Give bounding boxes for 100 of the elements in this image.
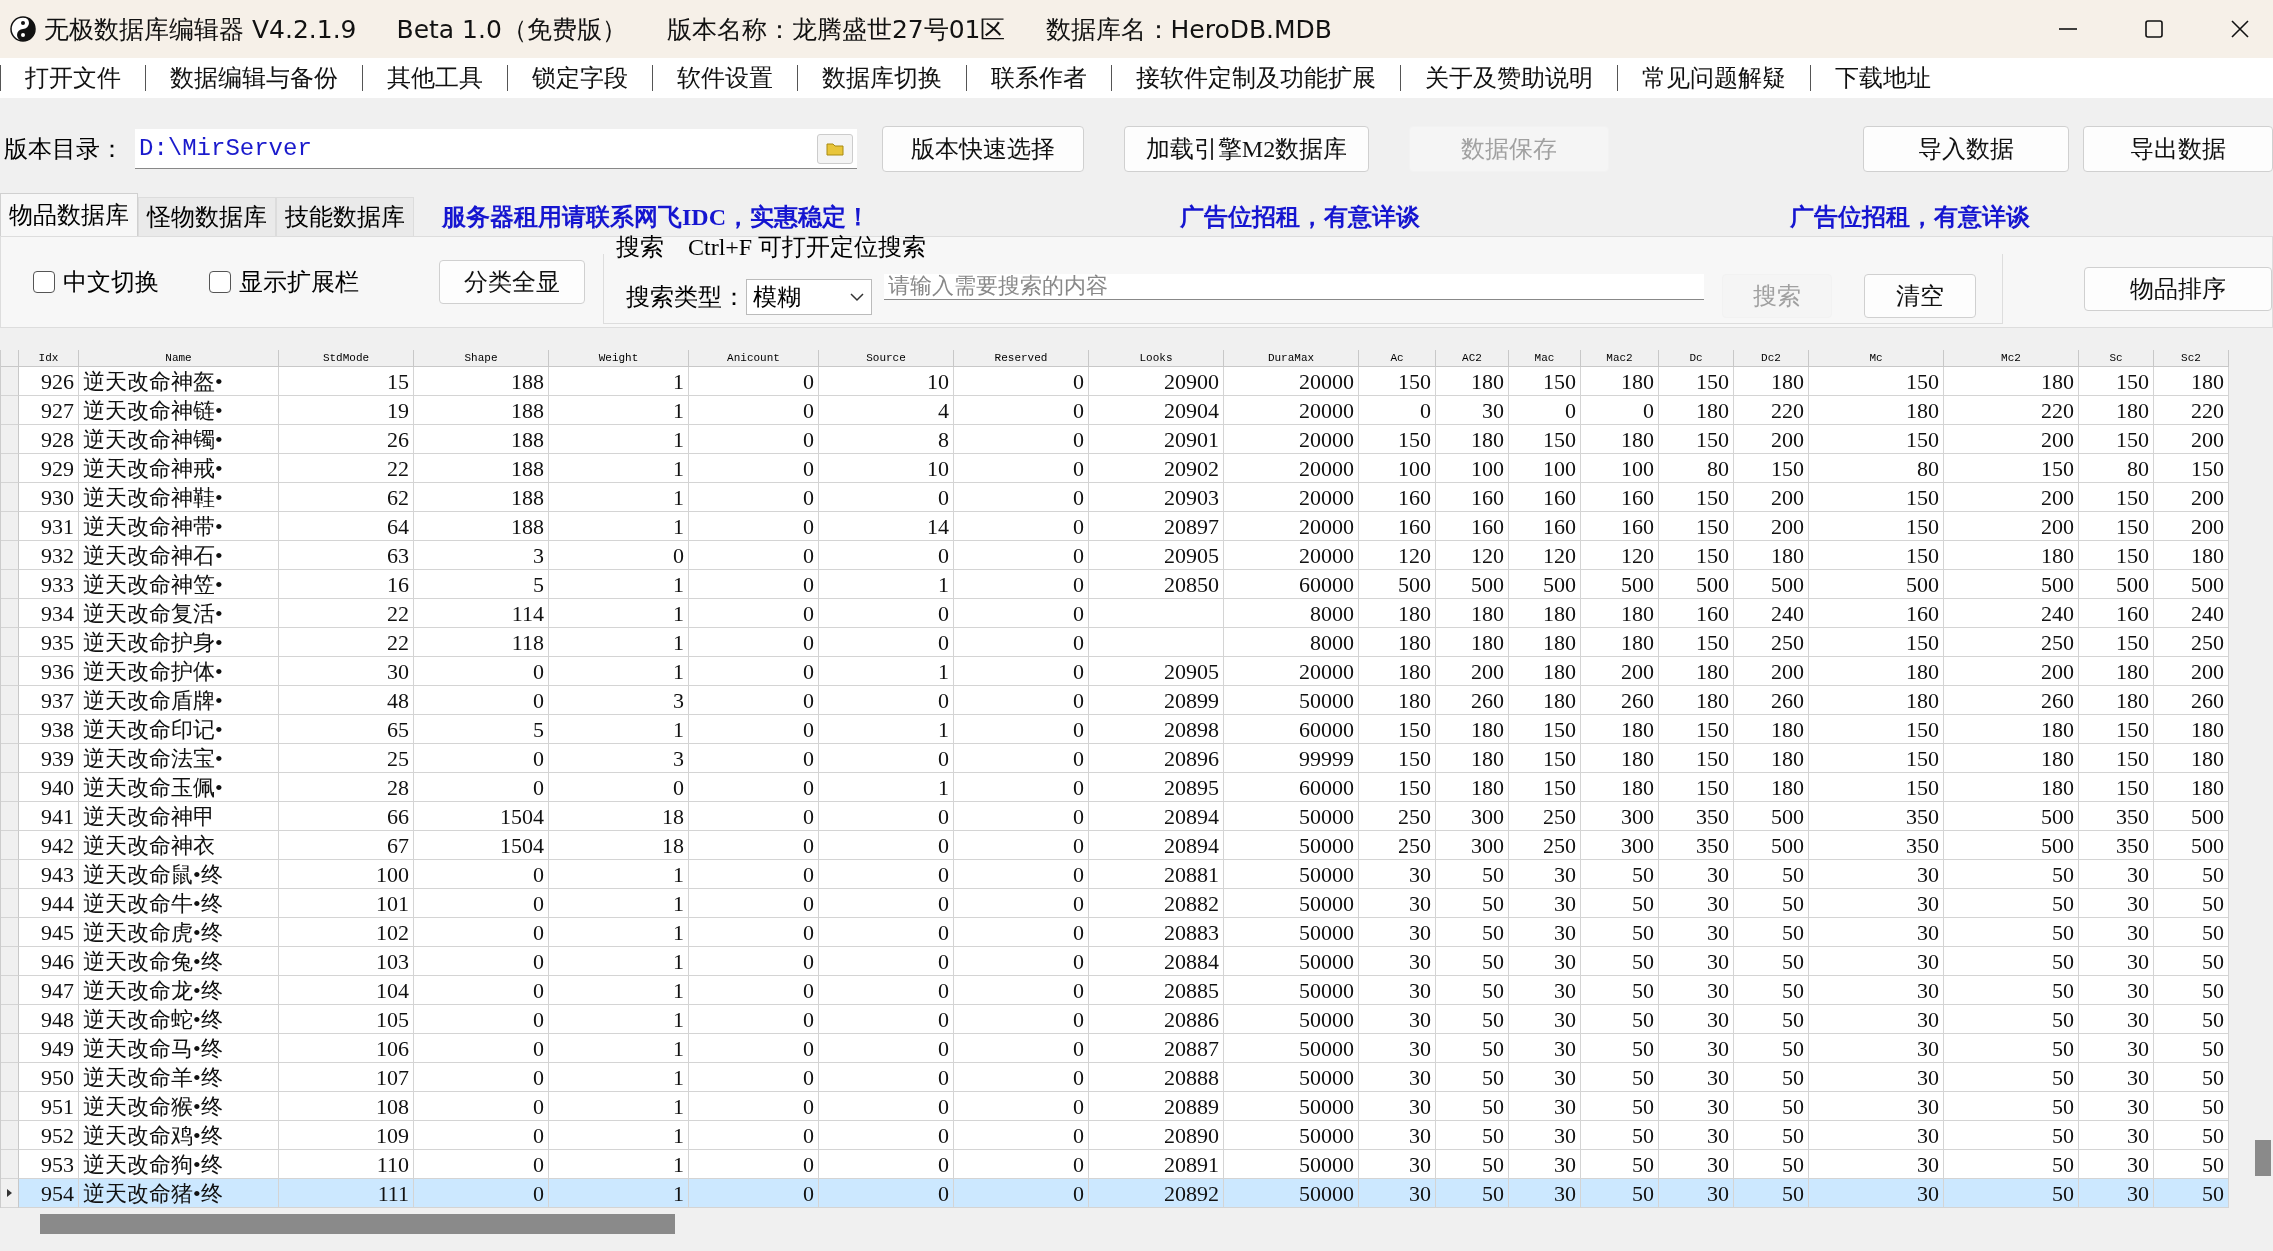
tab[interactable]: 技能数据库 (276, 197, 414, 236)
column-header[interactable]: Mc (1809, 350, 1944, 367)
search-type-dropdown[interactable]: 模糊 (746, 278, 872, 315)
column-header[interactable]: Looks (1089, 350, 1224, 367)
table-cell: 50 (1734, 889, 1809, 918)
checkbox[interactable] (33, 271, 55, 293)
menu-item[interactable]: 其他工具 (362, 65, 507, 91)
tab[interactable]: 怪物数据库 (138, 197, 276, 236)
table-cell: 934 (19, 599, 79, 628)
table-cell: 0 (549, 541, 689, 570)
column-header[interactable]: Mac2 (1581, 350, 1659, 367)
menu-item[interactable]: 打开文件 (0, 65, 145, 91)
toolbar-button[interactable]: 导入数据 (1863, 126, 2069, 172)
search-button[interactable]: 清空 (1864, 273, 1976, 318)
table-cell: 3 (549, 744, 689, 773)
scrollbar-thumb[interactable] (40, 1214, 675, 1234)
show-all-button[interactable]: 分类全显 (439, 260, 585, 304)
table-cell: 30 (1659, 1121, 1734, 1150)
table-cell: 0 (689, 570, 819, 599)
table-cell: 0 (819, 1005, 954, 1034)
column-header[interactable]: Sc (2079, 350, 2154, 367)
browse-button[interactable] (817, 133, 853, 164)
column-header[interactable]: Dc (1659, 350, 1734, 367)
table-cell: 160 (1509, 483, 1581, 512)
table-cell: 0 (689, 599, 819, 628)
menu-item[interactable]: 软件设置 (652, 65, 797, 91)
table-cell: 109 (279, 1121, 414, 1150)
path-field[interactable]: D:\MirServer (135, 129, 857, 169)
table-cell: 180 (1581, 599, 1659, 628)
column-header[interactable]: Ac (1359, 350, 1436, 367)
checkbox-label[interactable]: 显示扩展栏 (239, 266, 359, 298)
table-cell: 500 (1359, 570, 1436, 599)
table-cell: 180 (1734, 367, 1809, 396)
table-cell: 63 (279, 541, 414, 570)
scrollbar-thumb[interactable] (2255, 1140, 2271, 1176)
column-header[interactable]: AC2 (1436, 350, 1509, 367)
table-cell: 180 (1509, 686, 1581, 715)
table-cell: 逆天改命鸡•终 (79, 1121, 279, 1150)
column-header[interactable]: Reserved (954, 350, 1089, 367)
table-cell: 20904 (1089, 396, 1224, 425)
menu-item[interactable]: 数据编辑与备份 (145, 65, 362, 91)
table-cell: 62 (279, 483, 414, 512)
checkbox-label[interactable]: 中文切换 (63, 266, 159, 298)
table-cell: 50 (1734, 976, 1809, 1005)
table-cell: 180 (2079, 657, 2154, 686)
column-header[interactable]: Mac (1509, 350, 1581, 367)
column-header[interactable]: Name (79, 350, 279, 367)
table-cell: 0 (954, 831, 1089, 860)
column-header[interactable]: Weight (549, 350, 689, 367)
menu-item[interactable]: 下载地址 (1810, 65, 1955, 91)
toolbar-button[interactable]: 导出数据 (2083, 126, 2273, 172)
column-header[interactable]: Sc2 (2154, 350, 2229, 367)
search-input-field[interactable]: 请输入需要搜索的内容 (884, 273, 1704, 300)
menu-item[interactable]: 常见问题解疑 (1617, 65, 1810, 91)
column-header[interactable]: DuraMax (1224, 350, 1359, 367)
column-header[interactable]: Source (819, 350, 954, 367)
table-cell: 936 (19, 657, 79, 686)
menu-item[interactable]: 关于及赞助说明 (1400, 65, 1617, 91)
column-header[interactable]: StdMode (279, 350, 414, 367)
menu-item[interactable]: 接软件定制及功能扩展 (1111, 65, 1400, 91)
column-header[interactable]: Idx (19, 350, 79, 367)
menu-item[interactable]: 锁定字段 (507, 65, 652, 91)
table-cell: 50000 (1224, 918, 1359, 947)
table-cell: 930 (19, 483, 79, 512)
table-cell: 300 (1581, 831, 1659, 860)
table-cell: 929 (19, 454, 79, 483)
table-cell: 80 (2079, 454, 2154, 483)
column-header[interactable]: Anicount (689, 350, 819, 367)
table-cell: 1 (549, 1092, 689, 1121)
table-cell: 160 (2079, 599, 2154, 628)
close-icon[interactable] (2229, 18, 2251, 40)
toolbar-button[interactable]: 加载引擎M2数据库 (1124, 126, 1369, 172)
table-cell: 100 (1436, 454, 1509, 483)
table-cell: 0 (414, 686, 549, 715)
table-cell: 30 (1809, 1063, 1944, 1092)
table-cell: 940 (19, 773, 79, 802)
table-cell: 20000 (1224, 454, 1359, 483)
table-cell: 1 (549, 715, 689, 744)
table-cell: 933 (19, 570, 79, 599)
table-cell: 150 (1509, 773, 1581, 802)
menu-item[interactable]: 数据库切换 (797, 65, 966, 91)
table-cell: 935 (19, 628, 79, 657)
column-header[interactable]: Shape (414, 350, 549, 367)
table-cell: 0 (954, 947, 1089, 976)
checkbox[interactable] (209, 271, 231, 293)
column-header[interactable]: Dc2 (1734, 350, 1809, 367)
menu-item[interactable]: 联系作者 (966, 65, 1111, 91)
table-cell: 50 (1944, 1034, 2079, 1063)
table-cell: 180 (2154, 541, 2229, 570)
maximize-icon[interactable] (2143, 18, 2165, 40)
table-cell: 180 (1734, 773, 1809, 802)
tab[interactable]: 物品数据库 (0, 193, 138, 236)
table-cell: 20888 (1089, 1063, 1224, 1092)
row-header[interactable] (1, 1179, 19, 1208)
database-name: 数据库名：HeroDB.MDB (1045, 13, 1333, 46)
column-header[interactable]: Mc2 (1944, 350, 2079, 367)
table-cell: 100 (279, 860, 414, 889)
toolbar-button[interactable]: 版本快速选择 (882, 126, 1084, 172)
table-cell: 160 (1359, 512, 1436, 541)
sort-button[interactable]: 物品排序 (2084, 267, 2272, 311)
